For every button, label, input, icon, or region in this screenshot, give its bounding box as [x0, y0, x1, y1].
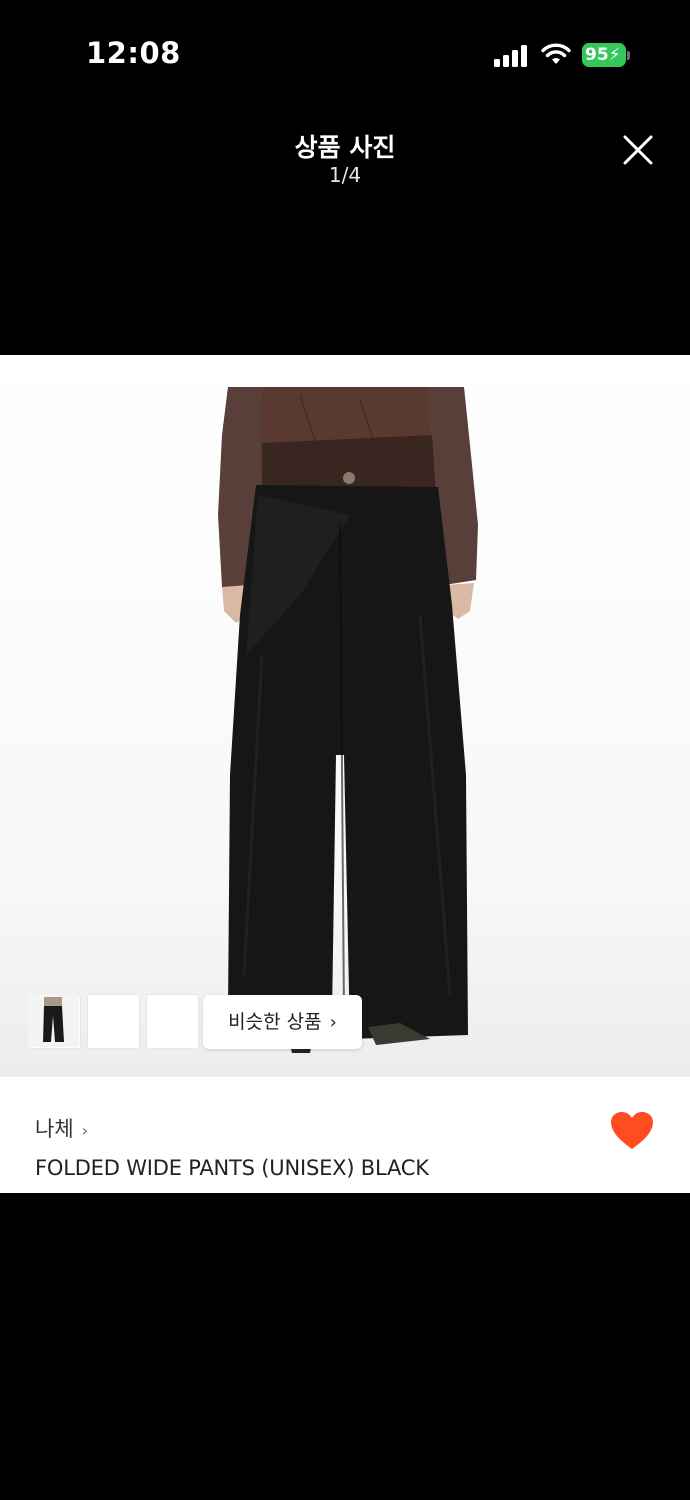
- heart-icon[interactable]: [610, 1111, 654, 1151]
- status-time: 12:08: [86, 36, 181, 70]
- battery-cap: [627, 51, 630, 60]
- page-indicator: 1/4: [328, 163, 362, 187]
- close-icon[interactable]: [618, 130, 658, 170]
- thumbnail-strip: [28, 994, 199, 1049]
- status-bar: 12:08 95⚡: [0, 0, 690, 110]
- similar-products-button[interactable]: 비슷한 상품 ›: [203, 995, 362, 1049]
- chevron-right-icon: ›: [81, 1121, 89, 1140]
- viewer-title: 상품 사진: [294, 133, 396, 162]
- similar-products-label: 비슷한 상품: [228, 1011, 322, 1033]
- wifi-icon: [541, 43, 571, 64]
- brand-name: 나체: [35, 1117, 74, 1141]
- model-illustration: [218, 387, 478, 1053]
- product-info: 나체 › FOLDED WIDE PANTS (UNISEX) BLACK: [0, 1077, 690, 1193]
- signal-icon: [494, 45, 527, 67]
- charging-bolt-icon: ⚡: [608, 45, 621, 65]
- product-name: FOLDED WIDE PANTS (UNISEX) BLACK: [35, 1156, 429, 1180]
- brand-link[interactable]: 나체 ›: [35, 1113, 88, 1143]
- thumb-side[interactable]: [28, 994, 140, 1049]
- battery-icon: 95⚡: [582, 43, 626, 67]
- product-photo[interactable]: [0, 355, 690, 1077]
- battery-level: 95: [585, 45, 609, 65]
- thumb-back[interactable]: [28, 994, 199, 1049]
- chevron-right-icon: ›: [329, 1012, 337, 1033]
